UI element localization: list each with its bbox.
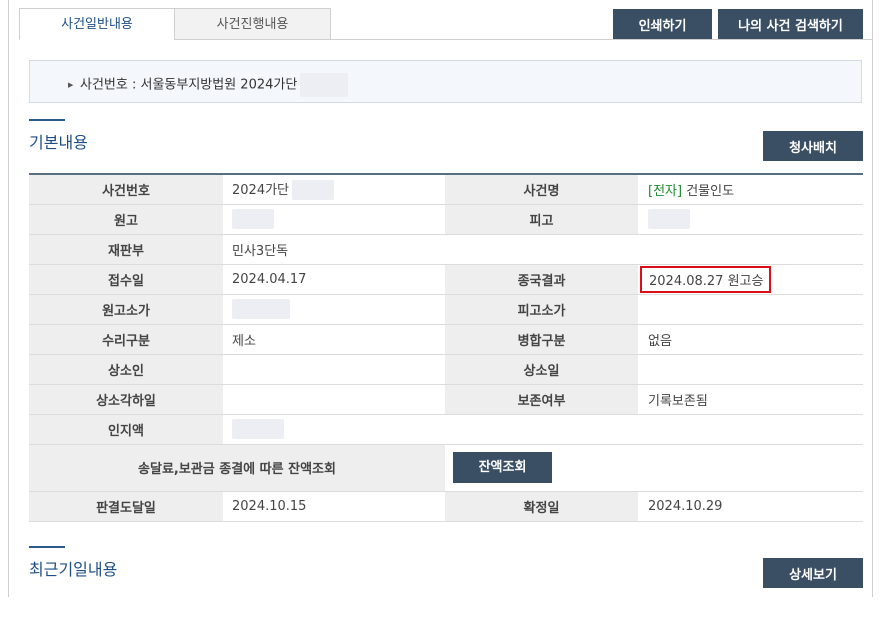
label-appellant: 상소인 (29, 354, 223, 385)
table-row: 송달료,보관금 종결에 따른 잔액조회 잔액조회 (29, 444, 863, 492)
value-merger-type: 없음 (638, 324, 863, 355)
frame-right-border (872, 0, 873, 597)
redacted-case-number (300, 73, 349, 97)
label-confirmation-date: 확정일 (445, 491, 638, 522)
label-stamp-amount: 인지액 (29, 414, 223, 445)
table-row: 원고소가 피고소가 (29, 294, 863, 325)
table-row: 원고 피고 (29, 204, 863, 235)
value-case-number: 2024가단 (232, 182, 290, 198)
bullet-triangle-icon: ▶ (68, 81, 74, 89)
table-row: 재판부 민사3단독 (29, 234, 863, 265)
table-row: 수리구분 제소 병합구분 없음 (29, 324, 863, 355)
label-case-number: 사건번호 (29, 173, 223, 205)
tab-case-general[interactable]: 사건일반내용 (19, 8, 175, 40)
label-appeal-date: 상소일 (445, 354, 638, 385)
label-defendant: 피고 (445, 204, 638, 235)
courthouse-layout-button[interactable]: 청사배치 (763, 131, 863, 161)
label-plaintiff: 원고 (29, 204, 223, 235)
balance-inquiry-button[interactable]: 잔액조회 (453, 452, 552, 483)
label-defendant-claim: 피고소가 (445, 294, 638, 325)
value-court-division: 민사3단독 (223, 234, 445, 265)
section-title-basic: 기본내용 (29, 133, 88, 152)
details-button[interactable]: 상세보기 (763, 558, 863, 588)
table-row: 판결도달일 2024.10.15 확정일 2024.10.29 (29, 491, 863, 522)
case-number-header: ▶ 사건번호 : 서울동부지방법원 2024가단 (29, 60, 862, 103)
redacted-plaintiff-claim (232, 299, 290, 319)
value-final-result: 2024.08.27 원고승 (640, 265, 772, 293)
label-preservation: 보존여부 (445, 384, 638, 415)
table-row: 인지액 (29, 414, 863, 445)
label-merger-type: 병합구분 (445, 324, 638, 355)
label-filing-date: 접수일 (29, 264, 223, 295)
section-marker-recent (29, 546, 65, 548)
case-header-text: 사건번호 : 서울동부지방법원 2024가단 (80, 77, 298, 93)
label-acceptance-type: 수리구분 (29, 324, 223, 355)
my-case-search-button[interactable]: 나의 사건 검색하기 (718, 9, 863, 39)
table-row: 상소각하일 보존여부 기록보존됨 (29, 384, 863, 415)
tab-case-progress[interactable]: 사건진행내용 (174, 8, 331, 40)
table-row: 사건번호 2024가단 사건명 [전자] 건물인도 (29, 173, 863, 205)
tab-divider (330, 39, 873, 40)
redacted-plaintiff (232, 209, 274, 229)
label-case-name: 사건명 (445, 173, 638, 205)
table-row: 접수일 2024.04.17 종국결과 2024.08.27 원고승 (29, 264, 863, 295)
redacted-case-number-value (292, 180, 335, 200)
value-acceptance-type: 제소 (223, 324, 445, 355)
label-appeal-dismissal-date: 상소각하일 (29, 384, 223, 415)
label-court-division: 재판부 (29, 234, 223, 265)
redacted-stamp-amount (232, 419, 284, 439)
electronic-tag: [전자] (648, 183, 683, 199)
redacted-defendant (648, 209, 690, 229)
case-info-table: 사건번호 2024가단 사건명 [전자] 건물인도 원고 피고 재판부 민사3단… (29, 173, 863, 522)
value-confirmation-date: 2024.10.29 (638, 491, 863, 522)
frame-left-border (8, 0, 9, 597)
value-judgment-delivery-date: 2024.10.15 (223, 491, 445, 522)
section-title-recent: 최근기일내용 (29, 560, 118, 579)
label-balance-inquiry: 송달료,보관금 종결에 따른 잔액조회 (29, 444, 445, 492)
value-case-name: 건물인도 (686, 183, 735, 199)
table-row: 상소인 상소일 (29, 354, 863, 385)
label-plaintiff-claim: 원고소가 (29, 294, 223, 325)
value-filing-date: 2024.04.17 (223, 264, 445, 295)
print-button[interactable]: 인쇄하기 (613, 9, 712, 39)
label-judgment-delivery-date: 판결도달일 (29, 491, 223, 522)
label-final-result: 종국결과 (445, 264, 638, 295)
value-preservation: 기록보존됨 (638, 384, 863, 415)
section-marker-basic (29, 119, 65, 121)
